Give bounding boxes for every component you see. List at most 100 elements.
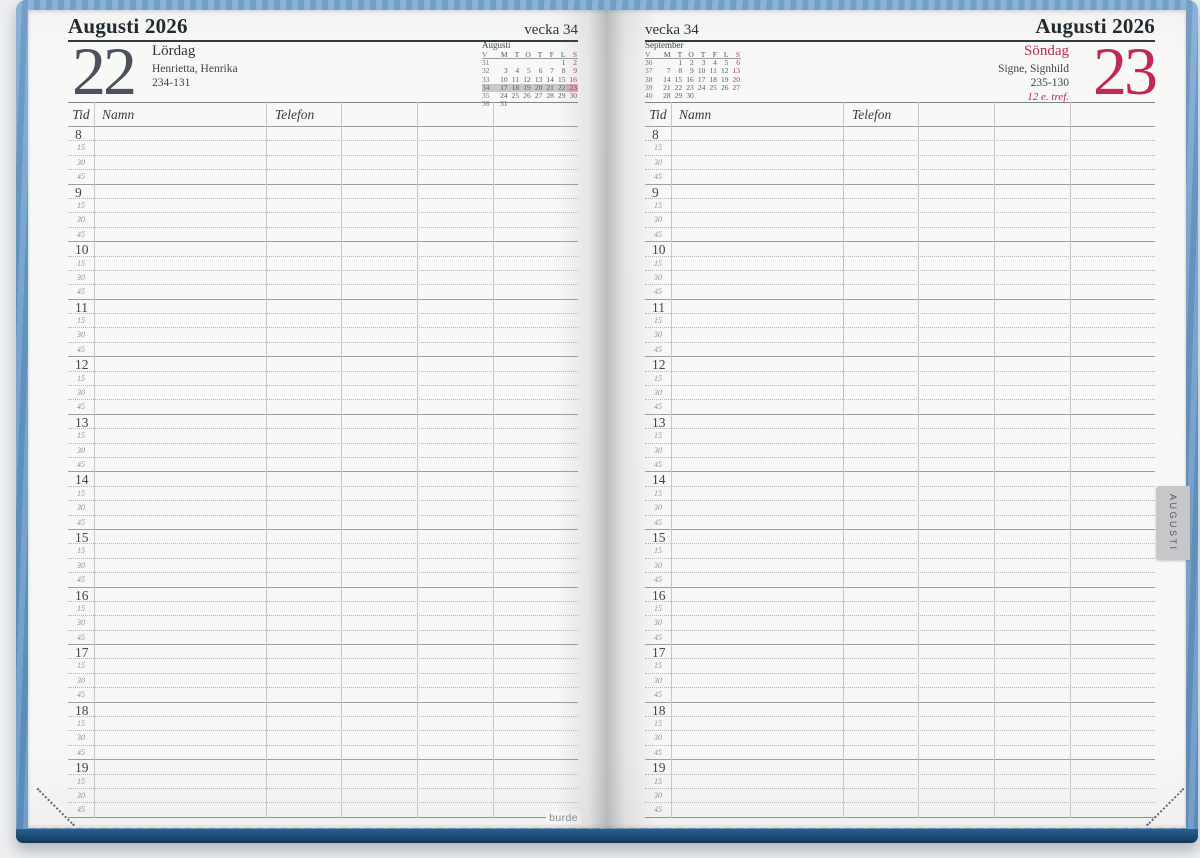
hour-label: 12 [75, 358, 89, 371]
mini-cal-day: 30 [683, 92, 695, 100]
quarter-label: 15 [77, 777, 85, 786]
quarter-label: 15 [77, 604, 85, 613]
quarter-row: 30 [645, 615, 1155, 629]
schedule-header-row: TidNamnTelefon [68, 102, 578, 126]
quarter-row: 45 [645, 457, 1155, 471]
quarter-row: 15 [68, 198, 578, 212]
left-day-block: 22 Lördag Henrietta, Henrika 234-131 Aug… [68, 40, 578, 102]
weekday-label: Söndag [998, 43, 1069, 60]
quarter-row: 45 [645, 342, 1155, 356]
column-divider [266, 102, 267, 818]
name-days: Henrietta, Henrika [152, 62, 238, 76]
mini-cal-day [695, 92, 707, 100]
quarter-row: 15 [68, 716, 578, 730]
mini-cal-day [729, 92, 741, 100]
quarter-row: 30 [645, 155, 1155, 169]
mini-cal-day-header: O [520, 51, 532, 58]
hour-row: 11 [68, 299, 578, 313]
mini-cal-day: 28 [660, 92, 672, 100]
hour-label: 19 [75, 761, 89, 774]
mini-cal-day-header: M [660, 51, 672, 58]
right-page-header: vecka 34 Augusti 2026 [645, 16, 1155, 42]
hour-label: 11 [75, 301, 88, 314]
quarter-row: 30 [68, 500, 578, 514]
quarter-label: 15 [77, 201, 85, 210]
hour-row: 11 [645, 299, 1155, 313]
quarter-label: 30 [77, 618, 85, 627]
column-divider [1070, 102, 1071, 818]
mini-cal-day: 24 [695, 84, 707, 92]
quarter-row: 45 [645, 284, 1155, 298]
mini-cal-week-row: 40282930 [645, 92, 741, 100]
hour-row: 19 [645, 759, 1155, 773]
quarter-row: 45 [68, 687, 578, 701]
quarter-label: 30 [77, 330, 85, 339]
quarter-label: 15 [77, 431, 85, 440]
schedule-grid: TidNamnTelefon81530459153045101530451115… [645, 102, 1155, 818]
schedule-body: 8153045915304510153045111530451215304513… [645, 126, 1155, 818]
day-info: Söndag Signe, Signhild 235-130 12 e. tre… [998, 43, 1069, 104]
quarter-row: 30 [68, 558, 578, 572]
quarter-label: 15 [77, 661, 85, 670]
hour-label: 16 [75, 589, 89, 602]
quarter-row: 45 [68, 284, 578, 298]
hour-label: 17 [75, 646, 89, 659]
hour-row: 15 [68, 529, 578, 543]
quarter-label: 30 [77, 446, 85, 455]
quarter-row: 30 [68, 788, 578, 802]
mini-cal-day-header: M [497, 51, 509, 58]
hour-label: 15 [75, 531, 89, 544]
mini-cal-day-header: S [729, 51, 741, 58]
quarter-row: 30 [68, 327, 578, 341]
quarter-label: 45 [77, 748, 85, 757]
quarter-row: 45 [645, 572, 1155, 586]
mini-cal-day-header: L [718, 51, 730, 58]
day-info: Lördag Henrietta, Henrika 234-131 [152, 43, 238, 90]
quarter-row: 30 [68, 443, 578, 457]
left-page: Augusti 2026 vecka 34 22 Lördag Henriett… [28, 10, 607, 828]
quarter-label: 45 [77, 633, 85, 642]
column-divider [843, 102, 844, 818]
column-divider [341, 102, 342, 818]
hour-label: 8 [75, 128, 82, 141]
quarter-row: 45 [68, 227, 578, 241]
quarter-row: 45 [68, 745, 578, 759]
quarter-row: 45 [645, 515, 1155, 529]
quarter-row: 15 [68, 601, 578, 615]
quarter-row: 15 [68, 658, 578, 672]
hour-label: 13 [75, 416, 89, 429]
mini-cal-day: 29 [672, 92, 684, 100]
quarter-label: 45 [77, 230, 85, 239]
hour-label: 10 [75, 243, 89, 256]
right-day-block: SeptemberVMTOTFLS36123456377891011121338… [645, 40, 1155, 102]
quarter-row: 15 [68, 313, 578, 327]
col-header-namn: Namn [102, 107, 134, 123]
day-number: 22 [72, 40, 134, 102]
quarter-row: 45 [68, 399, 578, 413]
quarter-row: 15 [645, 313, 1155, 327]
mini-cal-day [706, 92, 718, 100]
quarter-label: 45 [77, 690, 85, 699]
hour-label: 14 [75, 473, 89, 486]
quarter-label: 45 [77, 287, 85, 296]
quarter-row: 45 [645, 802, 1155, 816]
quarter-label: 45 [77, 172, 85, 181]
quarter-row: 45 [645, 399, 1155, 413]
mini-cal-day-header: F [543, 51, 555, 58]
quarter-row: 45 [645, 169, 1155, 183]
column-divider [94, 102, 95, 818]
quarter-label: 45 [77, 518, 85, 527]
quarter-label: 15 [77, 374, 85, 383]
quarter-row: 45 [68, 457, 578, 471]
quarter-row: 45 [68, 515, 578, 529]
quarter-row: 15 [645, 140, 1155, 154]
quarter-row: 15 [68, 371, 578, 385]
hour-row: 10 [645, 241, 1155, 255]
quarter-row: 15 [645, 658, 1155, 672]
hour-row: 8 [68, 126, 578, 140]
quarter-label: 30 [77, 215, 85, 224]
mini-cal-day-header: T [672, 51, 684, 58]
schedule-body: 8153045915304510153045111530451215304513… [68, 126, 578, 818]
book-gutter-shadow [557, 10, 657, 828]
quarter-label: 30 [77, 273, 85, 282]
